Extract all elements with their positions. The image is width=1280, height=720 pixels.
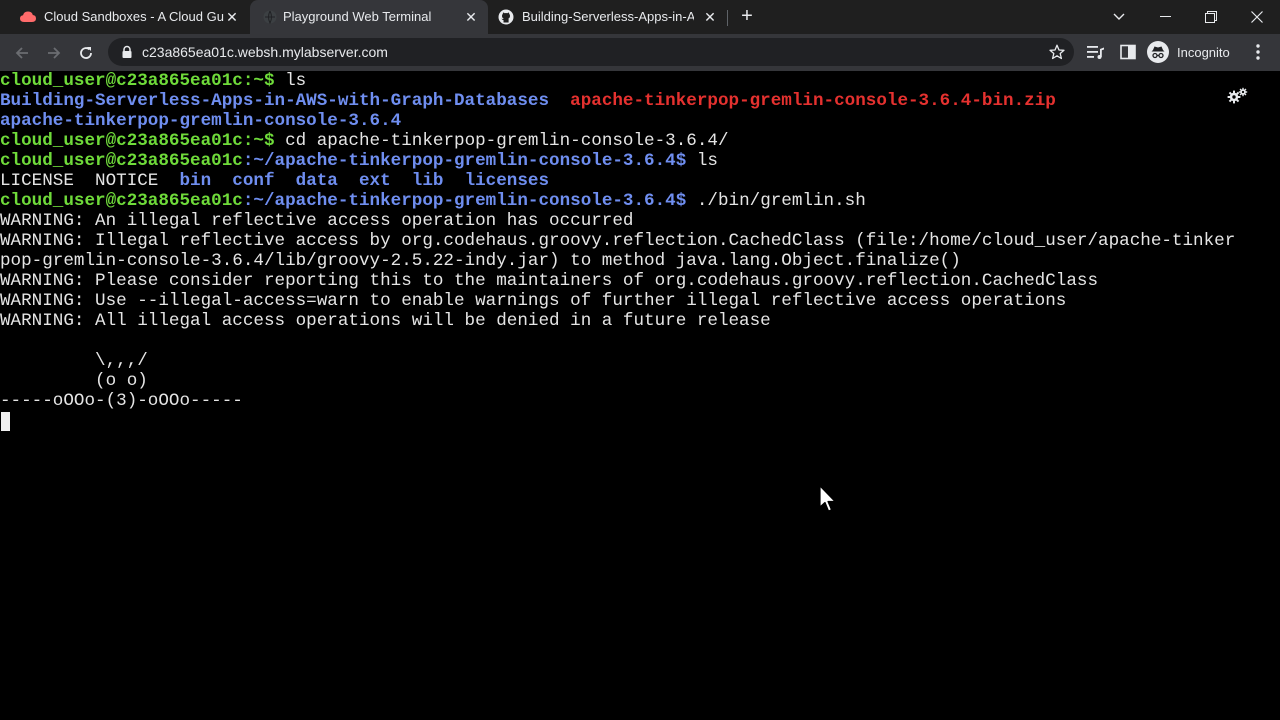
command-text: ls — [285, 71, 307, 91]
tab-playground-web-terminal[interactable]: Playground Web Terminal ✕ — [250, 0, 488, 34]
tab-title: Building-Serverless-Apps-in-AWS — [522, 9, 694, 24]
command-text: cd apache-tinkerpop-gremlin-console-3.6.… — [285, 131, 729, 151]
prompt-path: :~/apache-tinkerpop-gremlin-console-3.6.… — [242, 191, 697, 211]
prompt-path: :~/apache-tinkerpop-gremlin-console-3.6.… — [242, 151, 697, 171]
tab-separator — [727, 10, 728, 26]
tab-title: Playground Web Terminal — [283, 9, 432, 24]
close-tab-icon[interactable]: ✕ — [463, 9, 479, 25]
url-text: c23a865ea01c.websh.mylabserver.com — [142, 44, 388, 60]
warning-line: WARNING: All illegal access operations w… — [0, 311, 771, 331]
browser-toolbar: c23a865ea01c.websh.mylabserver.com Incog… — [0, 34, 1280, 71]
incognito-icon — [1147, 41, 1169, 63]
terminal-cursor — [1, 412, 10, 431]
reload-button[interactable] — [73, 40, 99, 66]
incognito-label: Incognito — [1177, 44, 1230, 60]
tab-github-repo[interactable]: Building-Serverless-Apps-in-AWS ✕ — [488, 0, 726, 34]
media-queue-icon[interactable] — [1086, 42, 1106, 62]
directory-entry: apache-tinkerpop-gremlin-console-3.6.4 — [0, 111, 402, 131]
minimize-button[interactable] — [1142, 0, 1188, 34]
side-panel-icon[interactable] — [1118, 42, 1138, 62]
terminal-line: apache-tinkerpop-gremlin-console-3.6.4 — [0, 111, 401, 131]
close-window-button[interactable] — [1234, 0, 1280, 34]
prompt-user: cloud_user@c23a865ea01c — [0, 71, 243, 91]
github-icon — [498, 9, 514, 25]
prompt-path: :~$ — [242, 131, 286, 151]
tab-strip: Cloud Sandboxes - A Cloud Guru ✕ Playgro… — [0, 0, 1280, 34]
command-text: ls — [696, 151, 718, 171]
web-terminal[interactable]: cloud_user@c23a865ea01c:~$ ls Building-S… — [0, 71, 1280, 720]
mouse-pointer-icon — [819, 485, 837, 513]
directory-entries: bin conf data ext lib licenses — [179, 171, 550, 191]
archive-entry: apache-tinkerpop-gremlin-console-3.6.4-b… — [570, 91, 1056, 111]
address-bar[interactable]: c23a865ea01c.websh.mylabserver.com — [108, 38, 1074, 66]
file-entries: LICENSE NOTICE — [0, 171, 180, 191]
prompt-user: cloud_user@c23a865ea01c — [0, 191, 243, 211]
warning-line: WARNING: Please consider reporting this … — [0, 271, 1099, 291]
new-tab-button[interactable]: + — [736, 6, 758, 28]
gremlin-banner-line: -----oOOo-(3)-oOOo----- — [0, 391, 243, 411]
gremlin-banner-line: (o o) — [0, 371, 148, 391]
gremlin-banner-line: \,,,/ — [0, 351, 148, 371]
close-tab-icon[interactable]: ✕ — [702, 9, 718, 25]
terminal-line: cloud_user@c23a865ea01c:~/apache-tinkerp… — [0, 191, 866, 211]
terminal-line: LICENSE NOTICE bin conf data ext lib lic… — [0, 171, 549, 191]
prompt-user: cloud_user@c23a865ea01c — [0, 151, 243, 171]
acg-icon — [20, 9, 36, 25]
bookmark-star-icon[interactable] — [1048, 43, 1066, 61]
browser-menu-icon[interactable] — [1249, 42, 1267, 62]
close-tab-icon[interactable]: ✕ — [224, 9, 240, 25]
incognito-indicator[interactable]: Incognito — [1147, 39, 1230, 65]
terminal-line: cloud_user@c23a865ea01c:~/apache-tinkerp… — [0, 151, 718, 171]
tab-title: Cloud Sandboxes - A Cloud Guru — [44, 9, 224, 24]
terminal-settings-icon[interactable] — [1227, 87, 1249, 105]
prompt-user: cloud_user@c23a865ea01c — [0, 131, 243, 151]
terminal-line: Building-Serverless-Apps-in-AWS-with-Gra… — [0, 91, 1056, 111]
restore-button[interactable] — [1188, 0, 1234, 34]
command-text: ./bin/gremlin.sh — [696, 191, 866, 211]
terminal-line: cloud_user@c23a865ea01c:~$ ls — [0, 71, 306, 91]
prompt-path: :~$ — [242, 71, 286, 91]
warning-line: WARNING: Illegal reflective access by or… — [0, 231, 1236, 251]
forward-button[interactable] — [41, 40, 67, 66]
warning-line: pop-gremlin-console-3.6.4/lib/groovy-2.5… — [0, 251, 961, 271]
terminal-line: cloud_user@c23a865ea01c:~$ cd apache-tin… — [0, 131, 729, 151]
lock-icon[interactable] — [120, 45, 134, 59]
tab-cloud-sandboxes[interactable]: Cloud Sandboxes - A Cloud Guru ✕ — [8, 0, 246, 34]
directory-entry: Building-Serverless-Apps-in-AWS-with-Gra… — [0, 91, 550, 111]
warning-line: WARNING: An illegal reflective access op… — [0, 211, 634, 231]
tab-search-icon[interactable] — [1096, 0, 1142, 34]
globe-icon — [262, 9, 278, 25]
back-button[interactable] — [9, 40, 35, 66]
warning-line: WARNING: Use --illegal-access=warn to en… — [0, 291, 1067, 311]
